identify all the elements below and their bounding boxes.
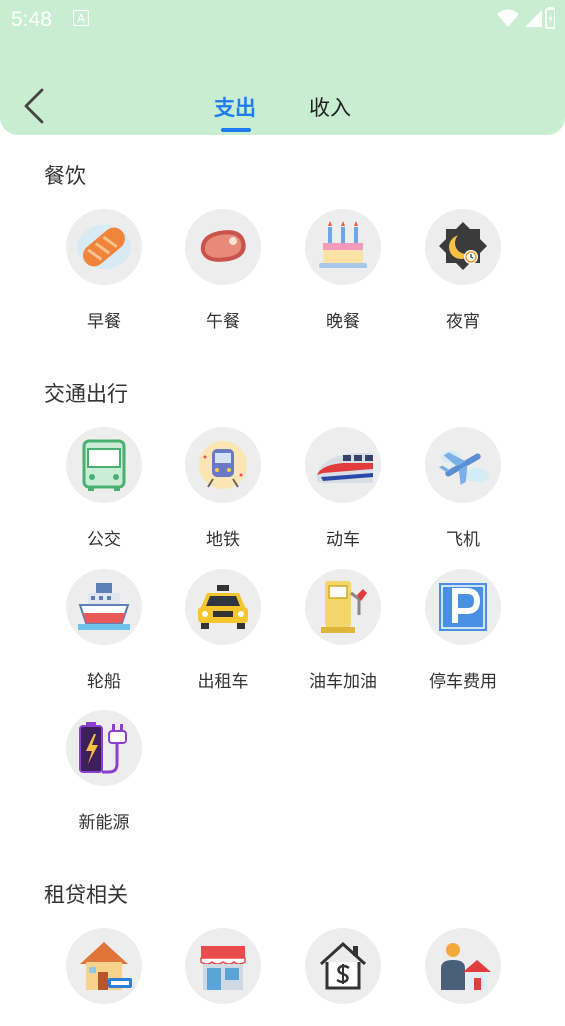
bread-icon [77, 225, 131, 269]
category-label: 晚餐 [326, 312, 360, 332]
category-label: 夜宵 [446, 312, 480, 332]
system-icons [497, 7, 555, 29]
category-label: 地铁 [206, 530, 240, 550]
house-dollar-icon [319, 941, 367, 990]
section-title-dining: 餐饮 [44, 164, 86, 188]
category-rental-2[interactable] [163, 928, 283, 1026]
category-label: 动车 [326, 530, 360, 550]
cake-icon [319, 221, 367, 268]
taxi-icon [198, 585, 248, 629]
wifi-icon [497, 9, 519, 27]
category-label: 飞机 [446, 530, 480, 550]
status-bar: 5:48 A [0, 0, 565, 40]
airplane-icon [438, 451, 489, 485]
category-ship[interactable]: 轮船 [44, 569, 164, 692]
shop-icon [200, 946, 246, 990]
house-rent-icon [80, 942, 132, 990]
bullet-train-icon [316, 453, 373, 483]
category-new-energy[interactable]: 新能源 [44, 710, 164, 833]
category-breakfast[interactable]: 早餐 [44, 209, 164, 332]
category-label: 停车费用 [429, 672, 497, 692]
category-label: 新能源 [78, 813, 130, 833]
ev-charging-icon [79, 722, 127, 774]
category-label: 午餐 [206, 312, 240, 332]
category-rental-4[interactable] [403, 928, 523, 1026]
ship-icon [78, 583, 130, 630]
category-label: 出租车 [197, 672, 249, 692]
fuel-pump-icon [321, 581, 367, 633]
category-fuel[interactable]: 油车加油 [283, 569, 403, 692]
category-lunch[interactable]: 午餐 [163, 209, 283, 332]
parking-icon [439, 583, 487, 631]
category-dinner[interactable]: 晚餐 [283, 209, 403, 332]
category-label: 油车加油 [309, 672, 377, 692]
category-label: 轮船 [87, 672, 121, 692]
category-late-night[interactable]: 夜宵 [403, 209, 523, 332]
category-rental-1[interactable] [44, 928, 164, 1026]
meat-icon [200, 230, 246, 262]
category-bullet-train[interactable]: 动车 [283, 427, 403, 550]
section-title-transport: 交通出行 [44, 382, 128, 406]
bus-icon [82, 439, 126, 491]
app-header: 5:48 A 支出 收入 [0, 0, 565, 135]
night-icon [439, 222, 487, 270]
category-parking[interactable]: 停车费用 [403, 569, 523, 692]
category-bus[interactable]: 公交 [44, 427, 164, 550]
person-house-icon [441, 943, 491, 990]
category-subway[interactable]: 地铁 [163, 427, 283, 550]
category-airplane[interactable]: 飞机 [403, 427, 523, 550]
cell-signal-icon [525, 10, 542, 27]
active-tab-indicator [221, 128, 251, 132]
category-rental-3[interactable] [283, 928, 403, 1026]
battery-icon [545, 7, 555, 29]
chevron-left-icon[interactable] [22, 88, 48, 124]
notification-a-icon: A [73, 10, 89, 26]
category-label: 早餐 [87, 312, 121, 332]
category-taxi[interactable]: 出租车 [163, 569, 283, 692]
category-label: 公交 [87, 530, 121, 550]
subway-icon [199, 441, 247, 489]
tab-expense[interactable]: 支出 [214, 92, 256, 122]
section-title-rental: 租贷相关 [44, 883, 128, 907]
status-time: 5:48 [11, 8, 52, 31]
tab-income[interactable]: 收入 [309, 92, 351, 122]
